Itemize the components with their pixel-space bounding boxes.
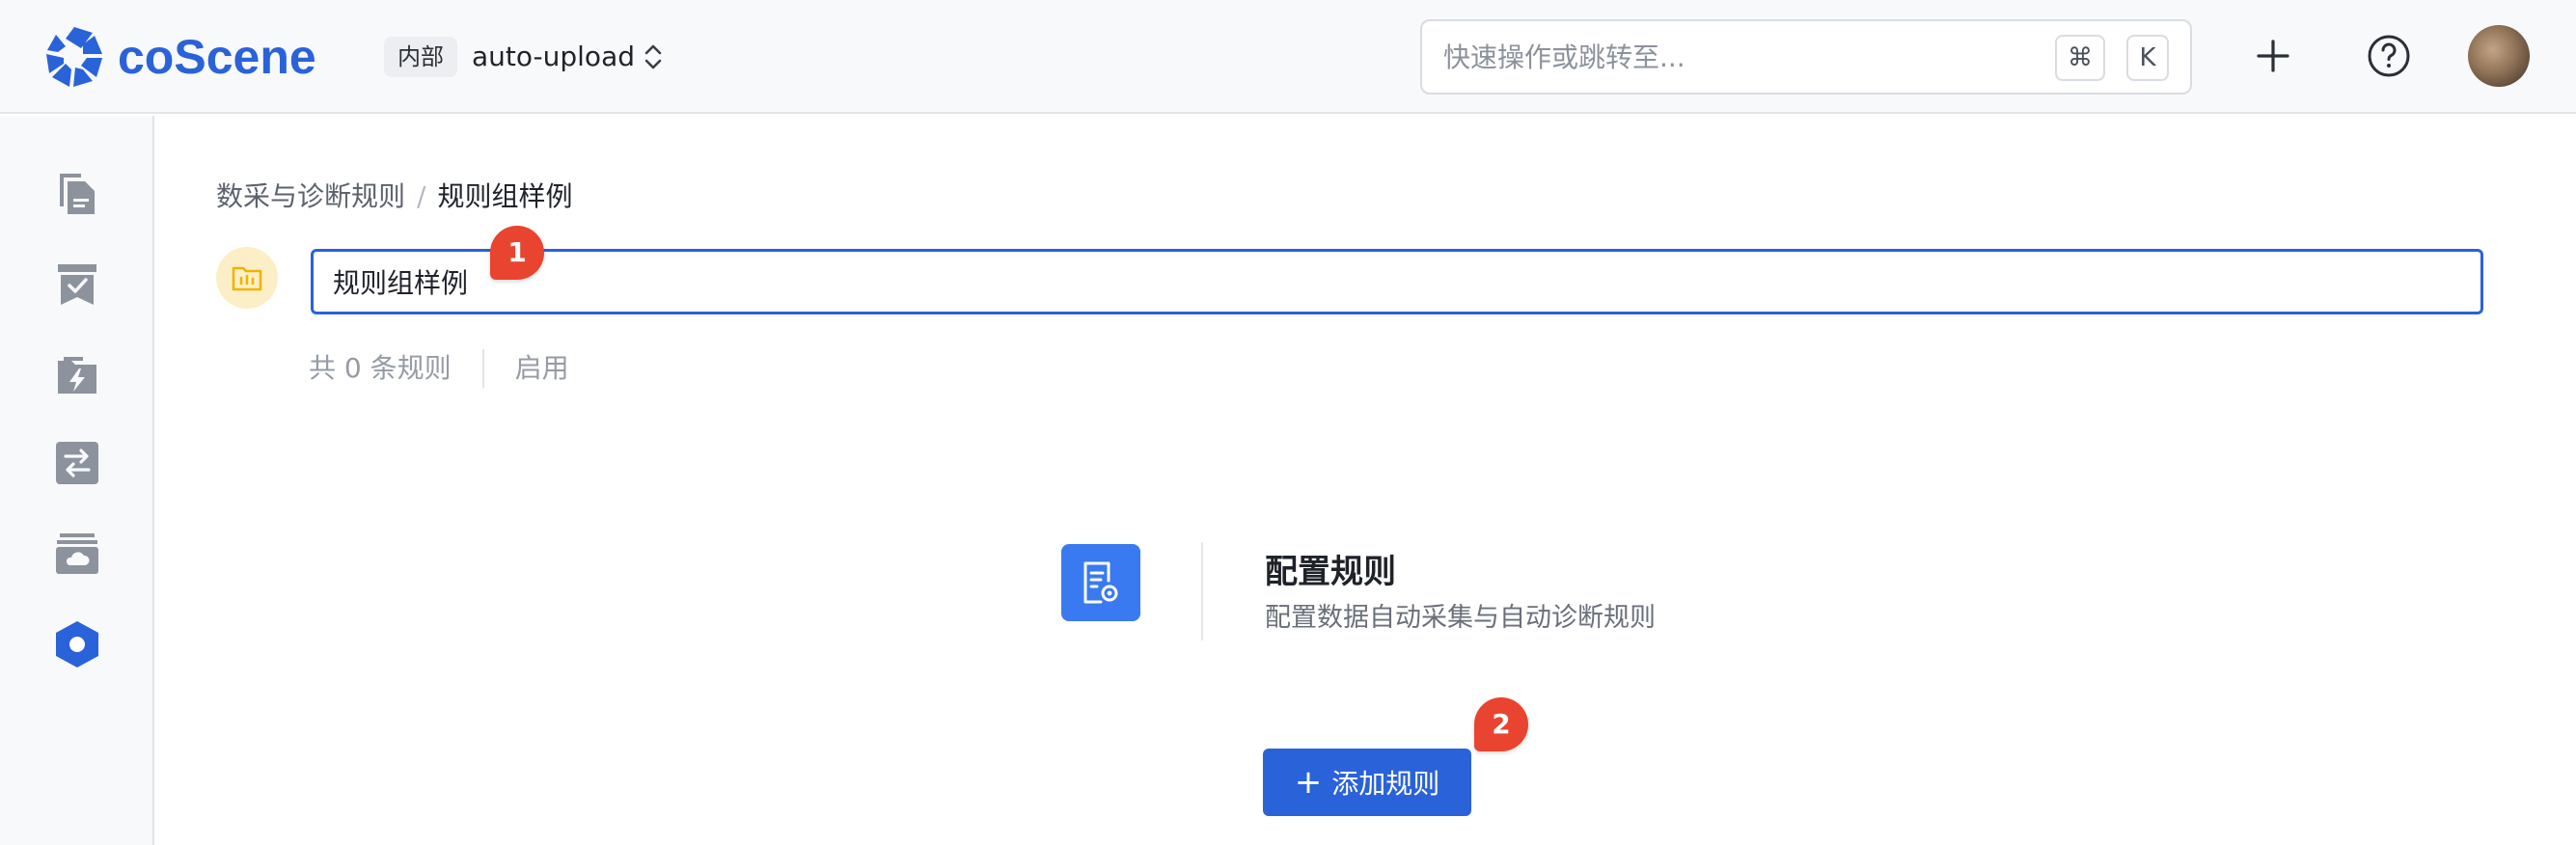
- cloud-storage-icon: [56, 533, 98, 574]
- create-button[interactable]: [2244, 27, 2302, 85]
- rule-document-gear-icon: [1083, 561, 1118, 604]
- search-input[interactable]: [1443, 21, 2022, 93]
- top-bar: coScene 内部 auto-upload ⌘ K: [0, 0, 2576, 114]
- configure-rules-illustration: [1061, 544, 1140, 621]
- empty-state-subtitle: 配置数据自动采集与自动诊断规则: [1265, 603, 1656, 633]
- shortcut-cmd-key: ⌘: [2055, 35, 2105, 81]
- breadcrumb-current: 规则组样例: [437, 180, 573, 212]
- annotation-badge-2: 2: [1474, 697, 1528, 751]
- help-button[interactable]: [2360, 27, 2418, 85]
- files-icon: [60, 174, 95, 214]
- add-rule-button[interactable]: + 添加规则: [1263, 749, 1471, 816]
- sidebar-item-tasks[interactable]: [48, 255, 106, 313]
- breadcrumb-separator: /: [417, 180, 426, 212]
- folder-icon: [232, 266, 262, 291]
- plus-icon: [2257, 40, 2289, 72]
- sidebar-item-storage[interactable]: [48, 525, 106, 583]
- sidebar: [0, 116, 154, 845]
- sidebar-item-transfer[interactable]: [48, 434, 106, 492]
- meta-divider: [481, 349, 484, 388]
- breadcrumb: 数采与诊断规则 / 规则组样例: [216, 177, 572, 216]
- plus-icon: +: [1294, 763, 1323, 802]
- empty-state-divider: [1201, 542, 1203, 641]
- search-box[interactable]: ⌘ K: [1420, 19, 2192, 95]
- rule-count: 共 0 条规则: [309, 352, 452, 384]
- breadcrumb-parent[interactable]: 数采与诊断规则: [216, 177, 405, 216]
- logo-text: coScene: [118, 30, 316, 84]
- rule-group-meta: 共 0 条规则 启用: [309, 349, 569, 388]
- empty-state-title: 配置规则: [1265, 553, 1396, 591]
- rule-group-name-input[interactable]: [311, 249, 2483, 314]
- org-badge: 内部: [384, 37, 457, 77]
- rule-group-status[interactable]: 启用: [515, 349, 569, 388]
- logo[interactable]: coScene: [44, 25, 316, 89]
- shortcut-k-key: K: [2126, 35, 2169, 81]
- help-icon: [2368, 35, 2410, 77]
- rule-group-folder: [216, 247, 278, 309]
- coscene-logo-icon: [46, 27, 102, 87]
- task-check-icon: [58, 264, 96, 305]
- rules-hexagon-icon: [56, 621, 98, 668]
- project-name[interactable]: auto-upload: [472, 37, 635, 77]
- sidebar-item-rules[interactable]: [48, 615, 106, 673]
- avatar[interactable]: [2468, 25, 2530, 87]
- action-bolt-icon: [58, 357, 96, 394]
- sidebar-item-files[interactable]: [48, 164, 106, 222]
- annotation-badge-1: 1: [490, 226, 544, 280]
- transfer-icon: [56, 442, 98, 484]
- add-rule-label: 添加规则: [1331, 768, 1440, 800]
- sidebar-item-actions[interactable]: [48, 345, 106, 403]
- chevron-up-down-icon[interactable]: [641, 41, 666, 73]
